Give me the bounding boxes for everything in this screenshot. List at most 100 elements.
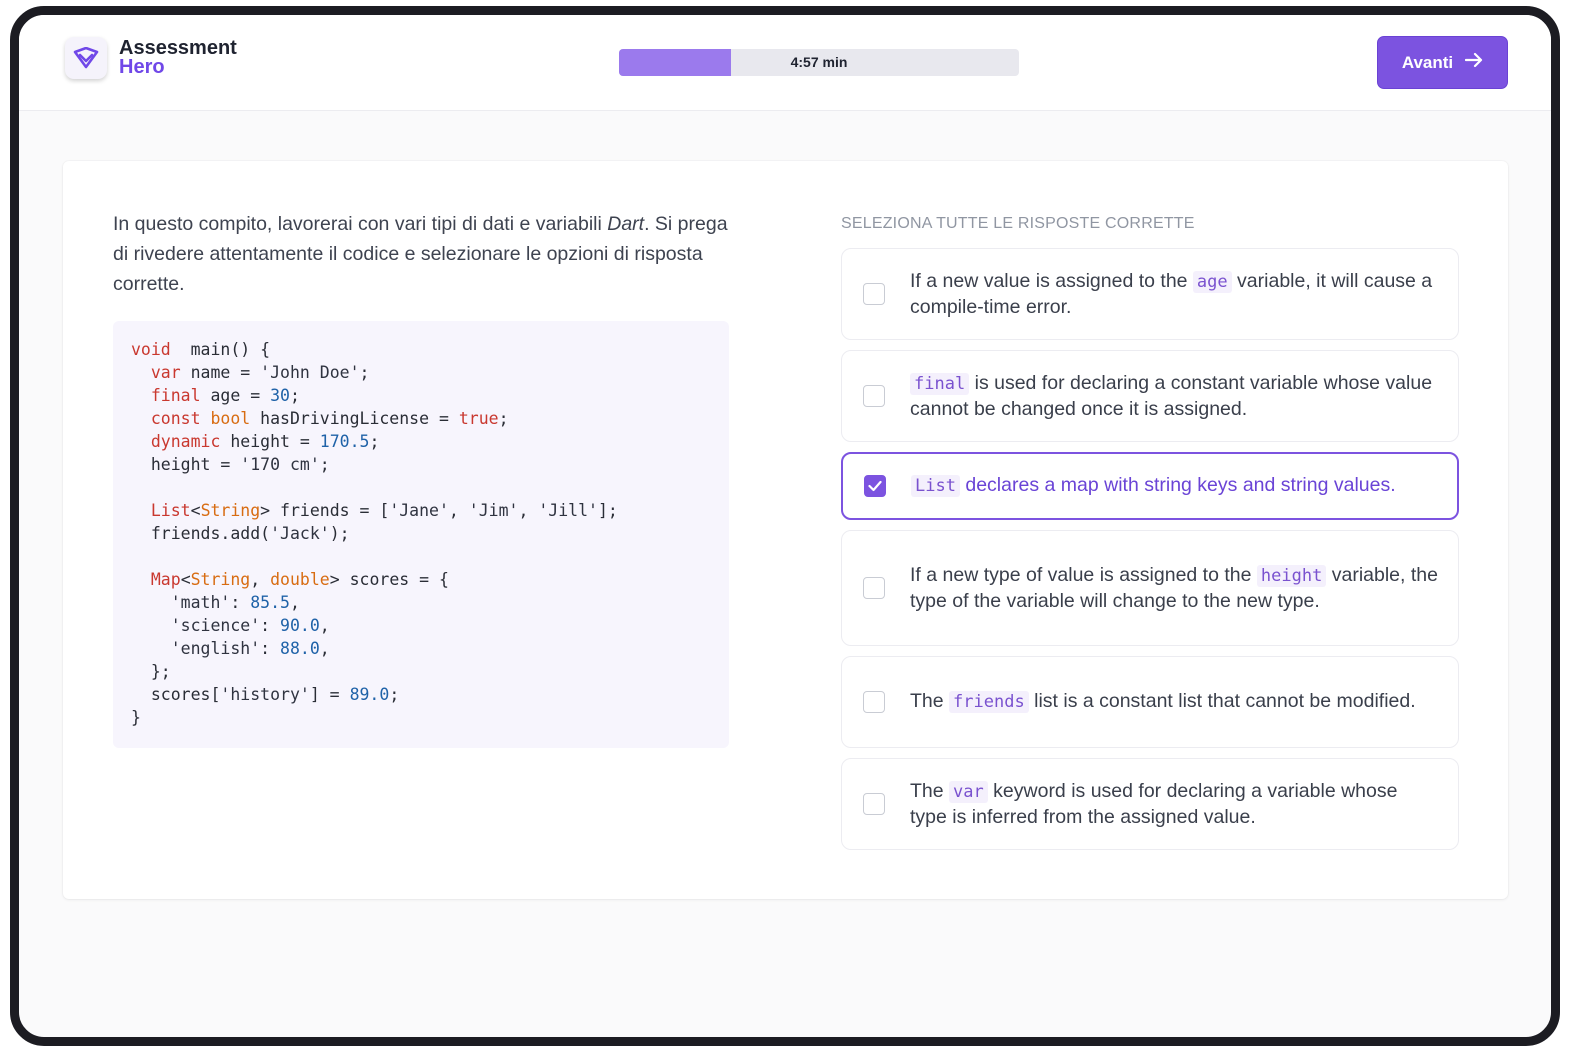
code-token: : [260,639,281,658]
checkbox[interactable] [863,691,885,713]
checkbox[interactable] [863,577,885,599]
top-bar: Assessment Hero 4:57 min Avanti [19,15,1551,111]
answer-panel: SELEZIONA TUTTE LE RISPOSTE CORRETTE If … [841,215,1459,860]
timer-label: 4:57 min [790,54,848,70]
answer-option[interactable]: The friends list is a constant list that… [841,656,1459,748]
code-token: bool [210,409,251,428]
answer-text-fragment: list is a constant list that cannot be m… [1028,690,1416,712]
answer-text-fragment: If a new type of value is assigned to th… [910,563,1257,586]
next-button[interactable]: Avanti [1377,36,1508,89]
code-token: ; [359,363,370,382]
code-token: ; [498,409,509,428]
code-token: ; [289,386,300,405]
code-line: List<String> friends = ['Jane', 'Jim', '… [131,499,711,522]
code-token: height = [131,455,241,474]
answer-option[interactable]: If a new value is assigned to the age va… [841,248,1459,340]
code-token: const [150,409,201,428]
code-token: ; [319,455,330,474]
app-name: Assessment Hero [119,38,237,77]
code-token: 'Jill' [538,501,598,520]
code-token: , [250,570,271,589]
code-token: ; [369,432,380,451]
code-token: var [150,363,181,382]
answer-option-text: The var keyword is used for declaring a … [910,779,1438,830]
code-line: const bool hasDrivingLicense = true; [131,407,711,430]
code-token: 'english' [170,639,261,658]
checkbox[interactable] [863,793,885,815]
code-token: : [260,616,281,635]
code-token: 'science' [170,616,261,635]
code-token: 'math' [170,593,231,612]
code-token: scores[ [131,685,221,704]
checkbox[interactable] [863,385,885,407]
next-button-label: Avanti [1401,52,1454,72]
code-token: ]; [597,501,618,520]
answer-option[interactable]: final is used for declaring a constant v… [841,350,1459,442]
code-token: main() { [170,340,271,359]
code-token: friends.add( [131,524,271,543]
code-line: final age = 30; [131,384,711,407]
code-line: dynamic height = 170.5; [131,430,711,453]
code-line: } [131,706,711,729]
code-token: 'Jack' [270,524,330,543]
answer-option[interactable]: List declares a map with string keys and… [841,452,1459,520]
app-window: Assessment Hero 4:57 min Avanti In quest… [10,6,1560,1046]
answer-text-fragment: The [910,690,950,712]
code-token: }; [131,662,171,681]
code-line: 'english': 88.0, [131,637,711,660]
code-token: , [289,593,300,612]
code-token: double [270,570,330,589]
answer-option-text: If a new type of value is assigned to th… [910,563,1438,614]
answer-text-fragment: declares a map with string keys and stri… [959,474,1396,496]
code-token: true [458,409,499,428]
code-line: 'math': 85.5, [131,591,711,614]
code-token: dynamic [150,432,221,451]
code-token: 30 [270,386,290,405]
app-logo: Assessment Hero [65,37,237,79]
code-token: final [150,386,201,405]
code-token: < [190,501,201,520]
code-line: height = '170 cm'; [131,453,711,476]
code-token: String [190,570,251,589]
code-token: 'history' [220,685,310,704]
intro-emphasis: Dart [607,213,645,235]
code-line: friends.add('Jack'); [131,522,711,545]
inline-code: List [911,475,960,497]
inline-code: age [1192,270,1232,293]
answer-option[interactable]: If a new type of value is assigned to th… [841,530,1459,646]
code-snippet: void main() { var name = 'John Doe'; fin… [113,321,729,748]
code-token: , [319,639,330,658]
code-token: 170.5 [319,432,370,451]
code-token: 90.0 [280,616,320,635]
code-token: ] = [309,685,350,704]
logo-heart-icon [65,37,107,79]
task-description: In questo compito, lavorerai con vari ti… [113,209,743,299]
code-token: , [518,501,539,520]
code-token: List [150,501,191,520]
code-line: var name = 'John Doe'; [131,361,711,384]
code-token: ); [329,524,350,543]
answer-option[interactable]: The var keyword is used for declaring a … [841,758,1459,850]
code-token: 88.0 [280,639,320,658]
checkbox-checked[interactable] [864,475,886,497]
answer-option-text: List declares a map with string keys and… [911,473,1396,499]
code-token: , [448,501,469,520]
code-token: age = [200,386,271,405]
inline-code: var [949,780,988,803]
checkbox[interactable] [863,283,885,305]
code-token: } [131,708,141,727]
inline-code: final [910,372,970,395]
code-line: 'science': 90.0, [131,614,711,637]
timer-progress-bar: 4:57 min [619,49,1019,76]
code-token: name = [180,363,261,382]
answer-option-text: If a new value is assigned to the age va… [910,269,1438,320]
answer-text-fragment: is used for declaring a constant variabl… [910,371,1433,420]
answer-options-list: If a new value is assigned to the age va… [841,248,1459,850]
code-token: 'John Doe' [260,363,360,382]
question-card: In questo compito, lavorerai con vari ti… [63,161,1508,899]
code-line: }; [131,660,711,683]
